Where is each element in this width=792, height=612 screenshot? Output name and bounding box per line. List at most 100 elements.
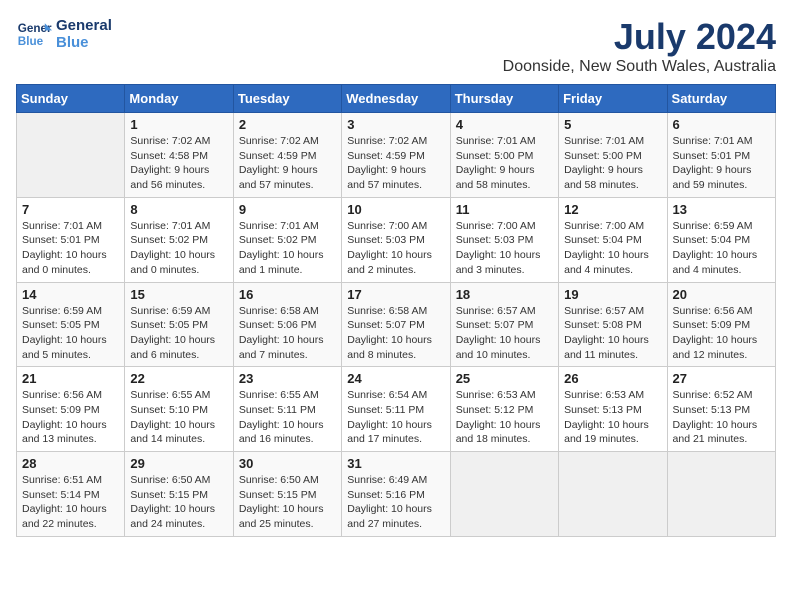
- column-header-wednesday: Wednesday: [342, 85, 450, 113]
- calendar-week-row: 28Sunrise: 6:51 AMSunset: 5:14 PMDayligh…: [17, 452, 776, 537]
- day-number: 24: [347, 371, 444, 386]
- day-number: 28: [22, 456, 119, 471]
- day-info: Sunrise: 7:02 AMSunset: 4:58 PMDaylight:…: [130, 134, 227, 193]
- day-number: 20: [673, 287, 770, 302]
- month-title: July 2024: [503, 16, 776, 58]
- day-number: 8: [130, 202, 227, 217]
- day-info: Sunrise: 6:58 AMSunset: 5:07 PMDaylight:…: [347, 304, 444, 363]
- day-number: 7: [22, 202, 119, 217]
- calendar-cell: 30 Sunrise: 6:50 AMSunset: 5:15 PMDayligh…: [233, 452, 341, 537]
- day-number: 16: [239, 287, 336, 302]
- calendar-cell: 8 Sunrise: 7:01 AMSunset: 5:02 PMDaylight…: [125, 197, 233, 282]
- calendar-cell: 14Sunrise: 6:59 AMSunset: 5:05 PMDayligh…: [17, 282, 125, 367]
- day-number: 30: [239, 456, 336, 471]
- day-info: Sunrise: 6:49 AMSunset: 5:16 PMDaylight:…: [347, 473, 444, 532]
- day-number: 12: [564, 202, 661, 217]
- day-number: 2: [239, 117, 336, 132]
- location: Doonside, New South Wales, Australia: [503, 58, 776, 76]
- day-number: 21: [22, 371, 119, 386]
- day-info: Sunrise: 6:50 AMSunset: 5:15 PMDaylight:…: [239, 473, 336, 532]
- calendar-cell: 19Sunrise: 6:57 AMSunset: 5:08 PMDayligh…: [559, 282, 667, 367]
- day-info: Sunrise: 6:53 AMSunset: 5:13 PMDaylight:…: [564, 388, 661, 447]
- calendar-cell: 1 Sunrise: 7:02 AMSunset: 4:58 PMDaylight…: [125, 113, 233, 198]
- calendar-week-row: 14Sunrise: 6:59 AMSunset: 5:05 PMDayligh…: [17, 282, 776, 367]
- day-number: 19: [564, 287, 661, 302]
- calendar-cell: 29Sunrise: 6:50 AMSunset: 5:15 PMDayligh…: [125, 452, 233, 537]
- day-info: Sunrise: 6:56 AMSunset: 5:09 PMDaylight:…: [22, 388, 119, 447]
- logo: General Blue GeneralBlue: [16, 16, 112, 52]
- calendar-cell: 11Sunrise: 7:00 AMSunset: 5:03 PMDayligh…: [450, 197, 558, 282]
- calendar-cell: 13Sunrise: 6:59 AMSunset: 5:04 PMDayligh…: [667, 197, 775, 282]
- day-number: 25: [456, 371, 553, 386]
- column-header-monday: Monday: [125, 85, 233, 113]
- page-header: General Blue GeneralBlue July 2024 Doons…: [16, 16, 776, 76]
- calendar-cell: 25Sunrise: 6:53 AMSunset: 5:12 PMDayligh…: [450, 367, 558, 452]
- day-info: Sunrise: 7:01 AMSunset: 5:00 PMDaylight:…: [564, 134, 661, 193]
- calendar-cell: 27 Sunrise: 6:52 AMSunset: 5:13 PMDayligh…: [667, 367, 775, 452]
- calendar-cell: 22Sunrise: 6:55 AMSunset: 5:10 PMDayligh…: [125, 367, 233, 452]
- day-info: Sunrise: 7:00 AMSunset: 5:03 PMDaylight:…: [456, 219, 553, 278]
- column-header-tuesday: Tuesday: [233, 85, 341, 113]
- day-info: Sunrise: 6:52 AMSunset: 5:13 PMDaylight:…: [673, 388, 770, 447]
- calendar-cell: 21 Sunrise: 6:56 AMSunset: 5:09 PMDayligh…: [17, 367, 125, 452]
- calendar-cell: 23 Sunrise: 6:55 AMSunset: 5:11 PMDayligh…: [233, 367, 341, 452]
- calendar-cell: [667, 452, 775, 537]
- day-number: 15: [130, 287, 227, 302]
- calendar-cell: 9 Sunrise: 7:01 AMSunset: 5:02 PMDaylight…: [233, 197, 341, 282]
- day-number: 9: [239, 202, 336, 217]
- calendar-cell: 5 Sunrise: 7:01 AMSunset: 5:00 PMDaylight…: [559, 113, 667, 198]
- calendar-header-row: SundayMondayTuesdayWednesdayThursdayFrid…: [17, 85, 776, 113]
- calendar-cell: 31 Sunrise: 6:49 AMSunset: 5:16 PMDayligh…: [342, 452, 450, 537]
- svg-text:Blue: Blue: [18, 35, 44, 48]
- day-number: 26: [564, 371, 661, 386]
- calendar-cell: 16 Sunrise: 6:58 AMSunset: 5:06 PMDayligh…: [233, 282, 341, 367]
- day-info: Sunrise: 7:02 AMSunset: 4:59 PMDaylight:…: [347, 134, 444, 193]
- calendar-cell: [559, 452, 667, 537]
- day-info: Sunrise: 6:59 AMSunset: 5:05 PMDaylight:…: [22, 304, 119, 363]
- logo-name: GeneralBlue: [56, 17, 112, 51]
- day-number: 5: [564, 117, 661, 132]
- title-block: July 2024 Doonside, New South Wales, Aus…: [503, 16, 776, 76]
- calendar-cell: 26 Sunrise: 6:53 AMSunset: 5:13 PMDayligh…: [559, 367, 667, 452]
- day-info: Sunrise: 6:55 AMSunset: 5:10 PMDaylight:…: [130, 388, 227, 447]
- day-info: Sunrise: 7:01 AMSunset: 5:02 PMDaylight:…: [239, 219, 336, 278]
- day-info: Sunrise: 7:01 AMSunset: 5:00 PMDaylight:…: [456, 134, 553, 193]
- day-info: Sunrise: 6:50 AMSunset: 5:15 PMDaylight:…: [130, 473, 227, 532]
- calendar-cell: 10Sunrise: 7:00 AMSunset: 5:03 PMDayligh…: [342, 197, 450, 282]
- day-number: 18: [456, 287, 553, 302]
- day-number: 31: [347, 456, 444, 471]
- calendar-table: SundayMondayTuesdayWednesdayThursdayFrid…: [16, 84, 776, 537]
- day-number: 17: [347, 287, 444, 302]
- day-number: 27: [673, 371, 770, 386]
- calendar-cell: 15Sunrise: 6:59 AMSunset: 5:05 PMDayligh…: [125, 282, 233, 367]
- calendar-week-row: 1 Sunrise: 7:02 AMSunset: 4:58 PMDaylight…: [17, 113, 776, 198]
- day-info: Sunrise: 7:01 AMSunset: 5:01 PMDaylight:…: [22, 219, 119, 278]
- column-header-thursday: Thursday: [450, 85, 558, 113]
- day-info: Sunrise: 6:54 AMSunset: 5:11 PMDaylight:…: [347, 388, 444, 447]
- calendar-cell: 6Sunrise: 7:01 AMSunset: 5:01 PMDaylight…: [667, 113, 775, 198]
- logo-icon: General Blue: [16, 16, 52, 52]
- day-info: Sunrise: 7:01 AMSunset: 5:02 PMDaylight:…: [130, 219, 227, 278]
- calendar-cell: 3 Sunrise: 7:02 AMSunset: 4:59 PMDaylight…: [342, 113, 450, 198]
- calendar-cell: 2 Sunrise: 7:02 AMSunset: 4:59 PMDaylight…: [233, 113, 341, 198]
- calendar-cell: 24 Sunrise: 6:54 AMSunset: 5:11 PMDayligh…: [342, 367, 450, 452]
- day-number: 1: [130, 117, 227, 132]
- calendar-cell: 17 Sunrise: 6:58 AMSunset: 5:07 PMDayligh…: [342, 282, 450, 367]
- column-header-friday: Friday: [559, 85, 667, 113]
- day-info: Sunrise: 6:58 AMSunset: 5:06 PMDaylight:…: [239, 304, 336, 363]
- calendar-cell: [450, 452, 558, 537]
- day-number: 10: [347, 202, 444, 217]
- day-info: Sunrise: 6:56 AMSunset: 5:09 PMDaylight:…: [673, 304, 770, 363]
- day-number: 23: [239, 371, 336, 386]
- day-info: Sunrise: 7:02 AMSunset: 4:59 PMDaylight:…: [239, 134, 336, 193]
- day-number: 6: [673, 117, 770, 132]
- day-number: 3: [347, 117, 444, 132]
- calendar-week-row: 7 Sunrise: 7:01 AMSunset: 5:01 PMDaylight…: [17, 197, 776, 282]
- day-info: Sunrise: 6:55 AMSunset: 5:11 PMDaylight:…: [239, 388, 336, 447]
- calendar-cell: [17, 113, 125, 198]
- calendar-cell: 20 Sunrise: 6:56 AMSunset: 5:09 PMDayligh…: [667, 282, 775, 367]
- calendar-cell: 18Sunrise: 6:57 AMSunset: 5:07 PMDayligh…: [450, 282, 558, 367]
- day-number: 13: [673, 202, 770, 217]
- column-header-saturday: Saturday: [667, 85, 775, 113]
- column-header-sunday: Sunday: [17, 85, 125, 113]
